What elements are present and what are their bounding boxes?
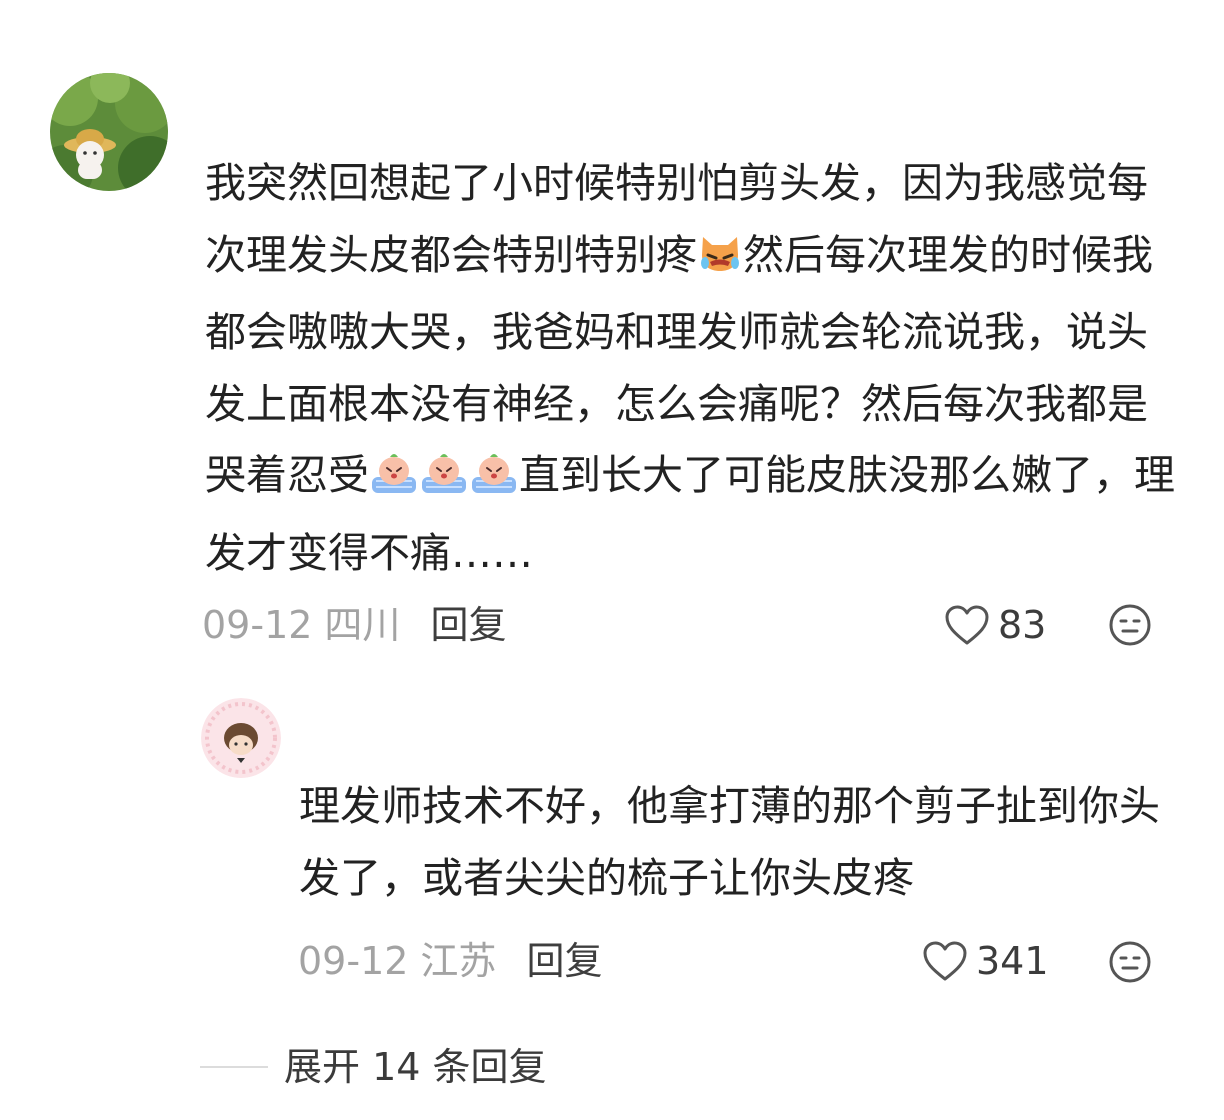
like-button[interactable]: 341 [922, 936, 1049, 986]
angry-cat-emoji [698, 226, 742, 298]
avatar-image [50, 73, 168, 191]
heart-icon [945, 605, 989, 645]
meh-face-icon [1109, 604, 1151, 646]
comment-location: 四川 [324, 603, 401, 647]
like-count: 83 [998, 603, 1047, 647]
like-button[interactable]: 83 [944, 600, 1046, 650]
comment-text: 我突然回想起了小时候特别怕剪头发，因为我感觉每次理发头皮都会特别特别疼 然后每次理… [205, 148, 1177, 589]
comment-meta: 09-12 江苏 回复 [298, 936, 602, 986]
heart-icon [923, 941, 967, 981]
meh-face-icon [1109, 941, 1151, 983]
avatar[interactable] [50, 73, 168, 191]
avatar-image [201, 698, 281, 778]
divider-line [200, 1066, 268, 1068]
expand-replies-label: 展开 14 条回复 [284, 1045, 547, 1089]
crying-peach-emoji [370, 446, 418, 518]
reply-button[interactable]: 回复 [430, 603, 506, 647]
expand-replies-button[interactable]: 展开 14 条回复 [200, 1040, 547, 1094]
comment-text: 理发师技术不好，他拿打薄的那个剪子扯到你头发了，或者尖尖的梳子让你头皮疼 [299, 782, 1160, 902]
comment-date: 09-12 [202, 603, 313, 647]
crying-peach-emoji [470, 446, 518, 518]
comment-location: 江苏 [420, 939, 497, 983]
reply-button[interactable]: 回复 [526, 939, 602, 983]
dislike-button[interactable] [1108, 603, 1152, 647]
crying-peach-emoji [420, 446, 468, 518]
comment-date: 09-12 [298, 939, 409, 983]
dislike-button[interactable] [1108, 940, 1152, 984]
comment-meta: 09-12 四川 回复 [202, 600, 506, 650]
avatar[interactable] [201, 698, 281, 778]
like-count: 341 [976, 939, 1049, 983]
